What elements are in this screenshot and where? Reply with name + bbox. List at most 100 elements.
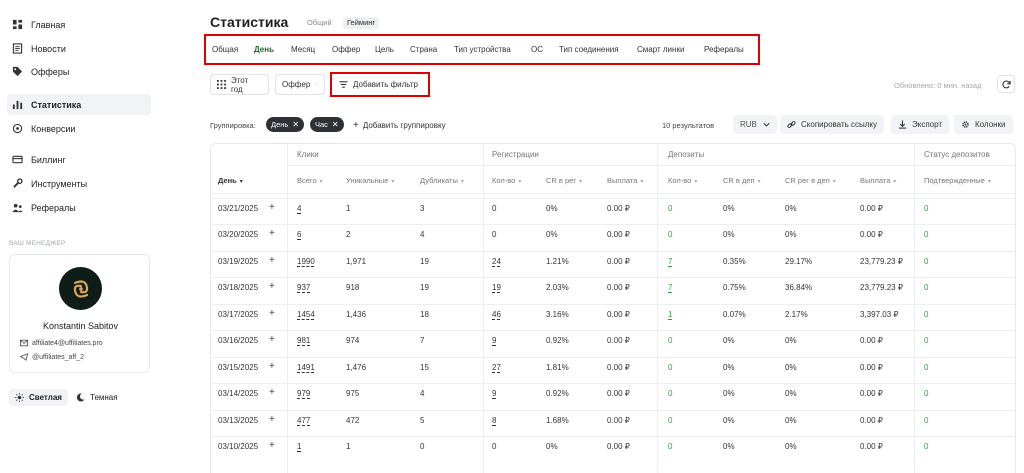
theme-light-button[interactable]: Светлая xyxy=(9,389,68,406)
tab-general[interactable]: Общая xyxy=(212,45,238,54)
sidebar-item-statistics[interactable]: Статистика xyxy=(7,94,151,115)
table-cell[interactable]: 19 xyxy=(492,283,501,292)
tab-day[interactable]: День xyxy=(254,45,274,54)
expand-row-plus-icon[interactable]: + xyxy=(269,228,275,239)
currency-select[interactable]: RUB xyxy=(733,115,777,134)
tab-country[interactable]: Страна xyxy=(410,45,437,54)
column-header[interactable]: CR рег в деп ▾ xyxy=(785,176,836,185)
tab-month[interactable]: Месяц xyxy=(291,45,315,54)
expand-row-plus-icon[interactable]: + xyxy=(269,440,275,451)
tab-device-type[interactable]: Тип устройства xyxy=(454,45,511,54)
manager-telegram[interactable]: @uffiliates_aff_2 xyxy=(20,353,84,361)
close-icon[interactable]: ✕ xyxy=(292,120,299,129)
column-header[interactable]: Подтвержденные ▾ xyxy=(924,176,991,185)
tab-os[interactable]: ОС xyxy=(531,45,543,54)
sidebar-item-news[interactable]: Новости xyxy=(7,38,151,59)
expand-row-plus-icon[interactable]: + xyxy=(269,308,275,319)
tab-connection-type[interactable]: Тип соединения xyxy=(559,45,619,54)
expand-row-plus-icon[interactable]: + xyxy=(269,361,275,372)
refresh-button[interactable] xyxy=(997,75,1015,93)
table-cell[interactable]: 7 xyxy=(668,257,672,266)
table-cell[interactable]: 9 xyxy=(492,389,496,398)
expand-row-plus-icon[interactable]: + xyxy=(269,281,275,292)
table-cell[interactable]: 8 xyxy=(492,416,496,425)
sidebar-item-conversions[interactable]: Конверсии xyxy=(7,118,151,139)
column-header[interactable]: Всего ▾ xyxy=(297,176,323,185)
expand-row-plus-icon[interactable]: + xyxy=(269,414,275,425)
expand-row-plus-icon[interactable]: + xyxy=(269,334,275,345)
tab-smart-links[interactable]: Смарт линки xyxy=(637,45,684,54)
column-header[interactable]: Кол-во ▾ xyxy=(668,176,697,185)
table-cell[interactable]: 1 xyxy=(297,442,301,451)
grouping-chip-hour[interactable]: Час ✕ xyxy=(310,117,344,132)
table-cell[interactable]: 937 xyxy=(297,283,310,292)
table-cell: 0% xyxy=(546,203,558,213)
offer-select[interactable]: Оффер xyxy=(275,74,325,95)
column-header[interactable]: CR в деп ▾ xyxy=(723,176,761,185)
table-cell: 975 xyxy=(346,389,360,398)
sidebar-item-billing[interactable]: Биллинг xyxy=(7,149,151,170)
mode-tab-general[interactable]: Общий xyxy=(303,17,336,29)
table-cell: 1 xyxy=(346,442,351,451)
table-cell[interactable]: 4 xyxy=(297,204,301,213)
expand-row-plus-icon[interactable]: + xyxy=(269,255,275,266)
expand-row-plus-icon[interactable]: + xyxy=(269,202,275,213)
mode-tab-gaming[interactable]: Гейминг xyxy=(343,17,380,29)
dashboard-icon xyxy=(12,19,23,30)
table-cell[interactable]: 979 xyxy=(297,389,310,398)
manager-email[interactable]: affiliate4@uffiliates.pro xyxy=(20,339,103,347)
column-header[interactable]: Уникальные ▾ xyxy=(346,176,394,185)
table-cell[interactable]: 7 xyxy=(668,283,672,292)
close-icon[interactable]: ✕ xyxy=(332,120,339,129)
table-cell[interactable]: 1990 xyxy=(297,257,315,266)
tab-offer[interactable]: Оффер xyxy=(332,45,360,54)
sidebar-item-home[interactable]: Главная xyxy=(7,14,151,35)
period-button[interactable]: Этот год xyxy=(210,74,269,95)
row-date: 03/16/2025 xyxy=(218,336,259,345)
card-icon xyxy=(12,154,23,165)
table-cell: 1.21% xyxy=(546,256,569,266)
table-cell[interactable]: 46 xyxy=(492,310,501,319)
sidebar-item-label: Рефералы xyxy=(31,202,76,213)
theme-dark-button[interactable]: Темная xyxy=(70,389,124,406)
offer-select-label: Оффер xyxy=(282,80,311,89)
conversions-icon xyxy=(12,123,23,134)
expand-row-plus-icon[interactable]: + xyxy=(269,387,275,398)
table-cell: 0 xyxy=(668,389,673,398)
table-cell[interactable]: 24 xyxy=(492,257,501,266)
column-header[interactable]: Выплата ▾ xyxy=(607,176,643,185)
grouping-chip-day[interactable]: День ✕ xyxy=(266,117,305,132)
sun-icon xyxy=(15,393,24,402)
table-cell[interactable]: 9 xyxy=(492,336,496,345)
column-header-label: Уникальные xyxy=(346,176,389,185)
column-header[interactable]: CR в рег ▾ xyxy=(546,176,582,185)
column-header[interactable]: Кол-во ▾ xyxy=(492,176,521,185)
updated-status: Обновлено: 0 мин. назад xyxy=(894,81,982,90)
table-cell: 0.07% xyxy=(723,309,746,319)
sidebar-item-tools[interactable]: Инструменты xyxy=(7,173,151,194)
table-cell[interactable]: 1454 xyxy=(297,310,315,319)
currency-label: RUB xyxy=(740,120,757,129)
column-header[interactable]: День ▾ xyxy=(218,176,243,185)
table-cell[interactable]: 1 xyxy=(668,310,672,319)
table-cell: 0.00 ₽ xyxy=(860,336,883,345)
table-cell[interactable]: 6 xyxy=(297,230,301,239)
columns-button[interactable]: Колонки xyxy=(954,115,1013,134)
table-cell: 0% xyxy=(723,203,735,213)
export-button[interactable]: Экспорт xyxy=(891,115,950,134)
tab-goal[interactable]: Цель xyxy=(375,45,394,54)
column-header[interactable]: Дубликаты ▾ xyxy=(420,176,464,185)
table-cell[interactable]: 981 xyxy=(297,336,310,345)
table-cell[interactable]: 27 xyxy=(492,363,501,372)
column-header[interactable]: Выплата ▾ xyxy=(860,176,896,185)
add-grouping-button[interactable]: + Добавить группировку xyxy=(353,120,446,131)
sidebar-item-referrals[interactable]: Рефералы xyxy=(7,197,151,218)
table-cell[interactable]: 1491 xyxy=(297,363,315,372)
column-header-label: CR рег в деп xyxy=(785,176,830,185)
table-cell[interactable]: 477 xyxy=(297,416,310,425)
copy-link-button[interactable]: Скопировать ссылку xyxy=(780,115,885,134)
table-cell: 29.17% xyxy=(785,256,813,266)
sidebar-item-offers[interactable]: Офферы xyxy=(7,61,151,82)
table-cell: 0 xyxy=(924,442,929,451)
tab-referrals[interactable]: Рефералы xyxy=(704,45,744,54)
